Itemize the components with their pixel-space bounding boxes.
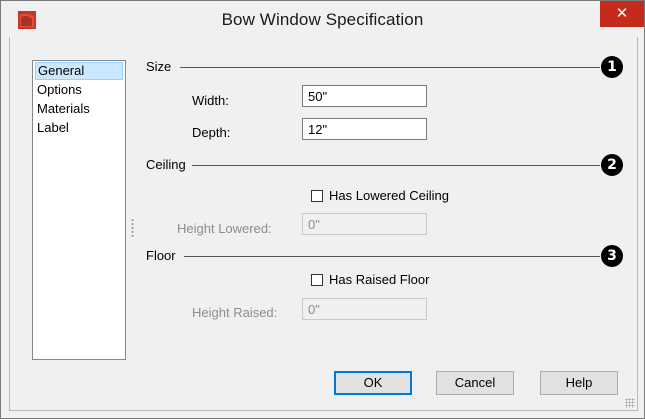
dialog-window: Bow Window Specification ✕ General Optio… [0,0,645,419]
depth-label: Depth: [192,125,231,140]
callout-badge-3: 3 [601,245,623,267]
callout-badge-2: 2 [601,154,623,176]
panel-splitter[interactable] [131,218,134,238]
depth-input[interactable] [302,118,427,140]
ceiling-group-title: Ceiling [146,157,186,172]
raised-floor-label: Has Raised Floor [329,272,430,287]
height-lowered-label: Height Lowered: [177,221,272,236]
size-group-divider [180,67,600,68]
ok-button[interactable]: OK [334,371,412,395]
close-button[interactable]: ✕ [600,1,644,27]
ceiling-group-divider [192,165,600,166]
floor-group-title: Floor [146,248,176,263]
close-icon: ✕ [615,5,629,22]
height-raised-input[interactable] [302,298,427,320]
dialog-client-area: General Options Materials Label Size 1 W… [9,37,638,411]
help-button[interactable]: Help [540,371,618,395]
raised-floor-checkbox[interactable] [311,273,323,286]
raised-floor-checkbox-row[interactable]: Has Raised Floor [311,272,429,287]
category-item-materials[interactable]: Materials [35,100,123,118]
title-bar[interactable]: Bow Window Specification ✕ [1,1,644,37]
category-item-options[interactable]: Options [35,81,123,99]
dialog-title: Bow Window Specification [221,10,424,29]
height-lowered-input[interactable] [302,213,427,235]
resize-grip-icon[interactable] [625,398,635,408]
floor-group-divider [184,256,600,257]
lowered-ceiling-checkbox[interactable] [311,189,323,202]
width-input[interactable] [302,85,427,107]
category-item-general[interactable]: General [35,62,123,80]
width-label: Width: [192,93,229,108]
cancel-button[interactable]: Cancel [436,371,514,395]
category-item-label[interactable]: Label [35,119,123,137]
callout-badge-1: 1 [601,56,623,78]
size-group-title: Size [146,59,172,74]
lowered-ceiling-checkbox-row[interactable]: Has Lowered Ceiling [311,188,449,203]
height-raised-label: Height Raised: [192,305,278,320]
lowered-ceiling-label: Has Lowered Ceiling [329,188,449,203]
category-list[interactable]: General Options Materials Label [32,60,126,360]
